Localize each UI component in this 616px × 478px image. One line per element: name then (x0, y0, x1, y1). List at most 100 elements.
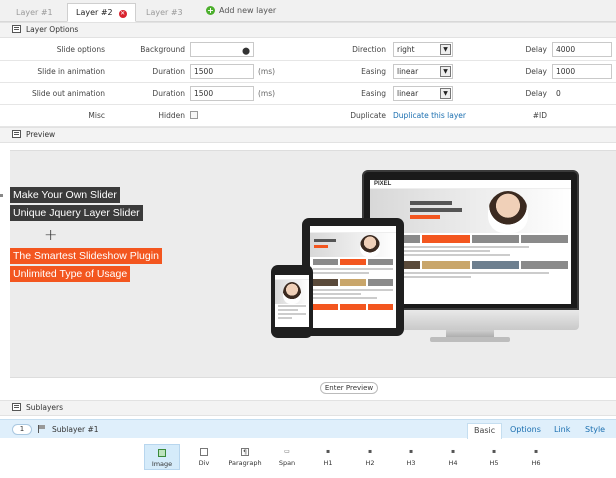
row-label: Slide options (56, 45, 105, 54)
tab-label: Layer #3 (146, 8, 183, 17)
chevron-down-icon: ▼ (440, 44, 451, 55)
h1-icon: ▪ (325, 448, 331, 455)
duration-label: Duration (152, 67, 185, 76)
sublayer-bar: 1 Sublayer #1 Basic Options Link Style (0, 419, 616, 439)
type-label: H5 (489, 459, 499, 467)
sublayers-header: Sublayers (0, 400, 616, 416)
iphone-image[interactable] (271, 265, 313, 338)
layer-tab-bar: Layer #1 Layer #2 ✕ Layer #3 + Add new lay… (0, 0, 616, 22)
slide-in-row: Slide in animation Duration (ms) Easing … (0, 61, 616, 83)
unit-label: (ms) (258, 89, 276, 98)
tab-basic[interactable]: Basic (467, 423, 503, 439)
type-span-button[interactable]: ▭ Span (269, 444, 305, 470)
caption-layer[interactable]: Make Your Own Slider (10, 187, 120, 203)
caption-layer[interactable]: Unique Jquery Layer Slider (10, 205, 143, 221)
slide-out-easing-select[interactable]: linear ▼ (393, 86, 453, 101)
chevron-down-icon: ▼ (440, 66, 451, 77)
slide-out-delay-input[interactable] (552, 86, 612, 101)
close-icon[interactable]: ✕ (118, 10, 127, 18)
h4-icon: ▪ (450, 448, 456, 455)
sublayer-name[interactable]: Sublayer #1 (52, 425, 99, 434)
id-label: #ID (532, 111, 547, 120)
sublayer-number[interactable]: 1 (12, 424, 32, 435)
row-label: Misc (88, 111, 105, 120)
direction-label: Direction (352, 45, 386, 54)
row-label: Slide in animation (37, 67, 105, 76)
type-h5-button[interactable]: ▪ H5 (476, 444, 512, 470)
chevron-down-icon: ▼ (440, 88, 451, 99)
website-screenshot (310, 226, 396, 328)
tab-layer-3[interactable]: Layer #3 (137, 3, 192, 22)
tab-layer-2[interactable]: Layer #2 ✕ (67, 3, 136, 22)
type-label: H4 (448, 459, 458, 467)
type-h6-button[interactable]: ▪ H6 (518, 444, 554, 470)
type-paragraph-button[interactable]: ¶ Paragraph (227, 444, 263, 470)
direction-select[interactable]: right ▼ (393, 42, 453, 57)
type-image-button[interactable]: Image (144, 444, 180, 470)
tab-style[interactable]: Style (579, 423, 611, 439)
h3-icon: ▪ (408, 448, 414, 455)
edge-marker (0, 194, 3, 197)
flag-icon[interactable] (38, 425, 45, 433)
preview-header: Preview (0, 127, 616, 143)
type-label: H1 (323, 459, 333, 467)
website-screenshot (275, 275, 309, 327)
slide-out-duration-input[interactable] (190, 86, 254, 101)
add-layer-label: Add new layer (219, 6, 277, 15)
imac-base (430, 337, 510, 342)
tab-label: Layer #1 (16, 8, 53, 17)
panel-icon (12, 25, 21, 33)
sublayers-title: Sublayers (26, 403, 63, 412)
tab-link[interactable]: Link (548, 423, 576, 439)
type-div-button[interactable]: Div (186, 444, 222, 470)
slide-options-row: Slide options Background ⬤ Direction rig… (0, 39, 616, 61)
type-h2-button[interactable]: ▪ H2 (352, 444, 388, 470)
hidden-label: Hidden (158, 111, 185, 120)
unit-label: (ms) (258, 67, 276, 76)
type-label: Div (198, 459, 210, 467)
type-label: H3 (406, 459, 416, 467)
type-h1-button[interactable]: ▪ H1 (310, 444, 346, 470)
crosshair-icon: + (44, 225, 58, 244)
color-picker-icon[interactable]: ⬤ (242, 46, 250, 57)
ipad-image[interactable] (302, 218, 404, 336)
easing-label: Easing (361, 89, 386, 98)
slide-in-easing-select[interactable]: linear ▼ (393, 64, 453, 79)
add-new-layer-button[interactable]: + Add new layer (206, 6, 276, 15)
slide-delay-input[interactable] (552, 42, 612, 57)
delay-label: Delay (525, 67, 547, 76)
duplicate-label: Duplicate (350, 111, 386, 120)
caption-layer[interactable]: Unlimited Type of Usage (10, 266, 131, 282)
duration-label: Duration (152, 89, 185, 98)
slide-in-duration-input[interactable] (190, 64, 254, 79)
easing-value: linear (397, 67, 419, 76)
delay-label: Delay (525, 45, 547, 54)
easing-value: linear (397, 89, 419, 98)
type-label: Span (278, 459, 296, 467)
background-label: Background (140, 45, 185, 54)
tab-options[interactable]: Options (504, 423, 547, 439)
preview-title: Preview (26, 130, 56, 139)
delay-label: Delay (525, 89, 547, 98)
hidden-checkbox[interactable] (190, 111, 198, 119)
background-color-input[interactable]: ⬤ (190, 42, 254, 57)
type-label: Image (151, 460, 173, 468)
site-logo: PIXEL (374, 181, 392, 187)
h5-icon: ▪ (491, 448, 497, 455)
easing-label: Easing (361, 67, 386, 76)
tab-layer-1[interactable]: Layer #1 (7, 3, 62, 22)
type-h4-button[interactable]: ▪ H4 (435, 444, 471, 470)
tab-label: Layer #2 (76, 8, 113, 17)
site-nav: PIXEL (370, 180, 571, 189)
direction-value: right (397, 45, 415, 54)
type-h3-button[interactable]: ▪ H3 (393, 444, 429, 470)
div-icon (200, 448, 208, 456)
enter-preview-button[interactable]: Enter Preview (320, 382, 378, 394)
duplicate-layer-link[interactable]: Duplicate this layer (393, 111, 466, 120)
h6-icon: ▪ (533, 448, 539, 455)
caption-layer[interactable]: The Smartest Slideshow Plugin (10, 248, 162, 264)
layer-options-header: Layer Options (0, 22, 616, 38)
span-icon: ▭ (284, 448, 290, 455)
misc-row: Misc Hidden Duplicate Duplicate this lay… (0, 105, 616, 127)
slide-in-delay-input[interactable] (552, 64, 612, 79)
